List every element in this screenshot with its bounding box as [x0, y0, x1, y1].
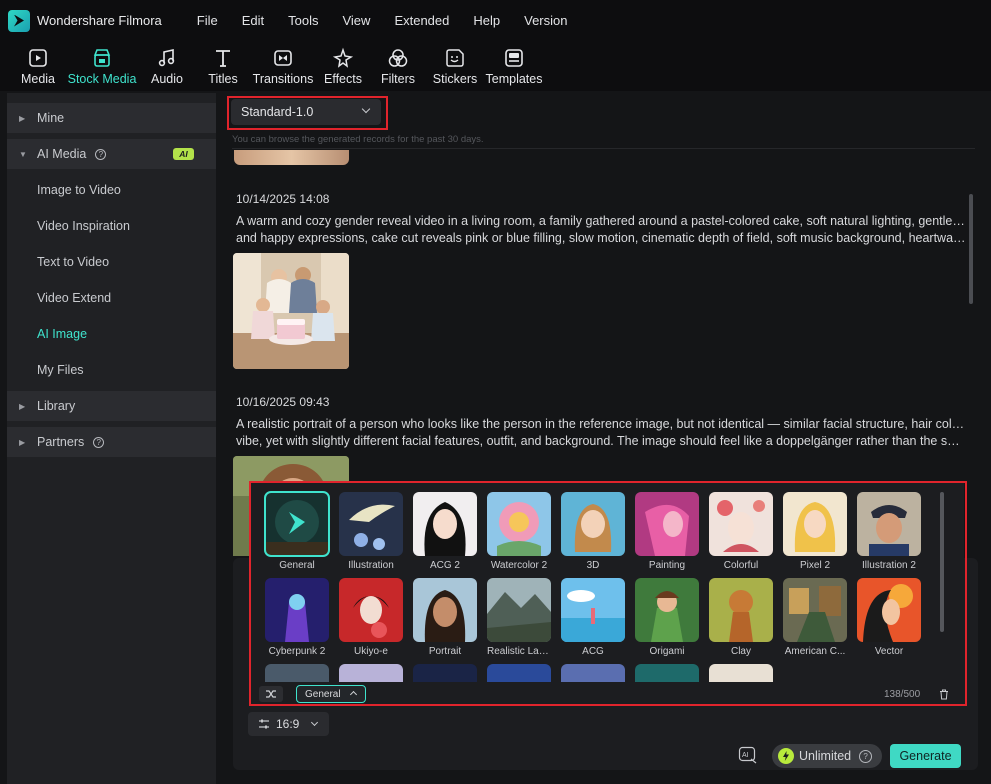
record-thumbnail[interactable]: [233, 253, 349, 369]
highlight-box: [249, 481, 967, 706]
credits-indicator[interactable]: Unlimited ?: [772, 744, 882, 768]
tab-stickers[interactable]: Stickers: [433, 41, 477, 91]
record-time: 10/14/2025 14:08: [236, 192, 330, 206]
chevron-down-icon: [310, 718, 319, 727]
media-icon: [29, 49, 47, 67]
stickers-icon: [446, 49, 464, 67]
sidebar-item-library[interactable]: ▶ Library: [7, 391, 216, 421]
main-toolbar: Media Stock Media Audio Titles Transitio…: [0, 41, 991, 91]
menu-items: File Edit Tools View Extended Help Versi…: [197, 13, 592, 28]
menu-version[interactable]: Version: [524, 13, 567, 28]
sliders-icon: [259, 719, 269, 729]
tab-filters[interactable]: Filters: [381, 41, 415, 91]
filmora-logo-icon: [8, 9, 30, 32]
caret-right-icon: ▶: [19, 113, 26, 123]
menu-help[interactable]: Help: [473, 13, 500, 28]
aspect-ratio-dropdown[interactable]: 16:9: [248, 712, 329, 736]
sidebar-item-ai-media[interactable]: ▼ AI Media ? AI: [7, 139, 216, 169]
sidebar-item-ai-image[interactable]: AI Image: [7, 319, 216, 349]
highlight-box: [227, 96, 388, 130]
menu-extended[interactable]: Extended: [394, 13, 449, 28]
menu-edit[interactable]: Edit: [242, 13, 264, 28]
audio-icon: [158, 49, 175, 67]
titles-icon: [216, 50, 230, 67]
tab-titles[interactable]: Titles: [206, 41, 240, 91]
help-icon[interactable]: ?: [93, 436, 105, 448]
tab-templates[interactable]: Templates: [486, 41, 543, 91]
templates-icon: [505, 49, 523, 67]
records-scrollbar[interactable]: [969, 194, 973, 304]
ai-prompt-icon[interactable]: AI: [738, 746, 758, 764]
menu-bar: Wondershare Filmora File Edit Tools View…: [0, 0, 991, 41]
sidebar: ▶ Mine ▼ AI Media ? AI Image to Video Vi…: [7, 93, 216, 784]
tab-media[interactable]: Media: [20, 41, 56, 91]
sidebar-item-image-to-video[interactable]: Image to Video: [7, 175, 216, 205]
tab-effects[interactable]: Effects: [324, 41, 362, 91]
record-prompt: A warm and cozy gender reveal video in a…: [236, 214, 966, 245]
help-icon[interactable]: ?: [95, 148, 107, 160]
record-time: 10/16/2025 09:43: [236, 395, 330, 409]
tab-stock-media[interactable]: Stock Media: [68, 41, 136, 91]
sidebar-item-video-extend[interactable]: Video Extend: [7, 283, 216, 313]
tab-transitions[interactable]: Transitions: [253, 41, 313, 91]
menu-tools[interactable]: Tools: [288, 13, 318, 28]
divider: [232, 148, 975, 149]
ai-badge: AI: [173, 148, 194, 160]
help-icon[interactable]: ?: [859, 749, 873, 763]
menu-view[interactable]: View: [342, 13, 370, 28]
tab-audio[interactable]: Audio: [150, 41, 184, 91]
record-prompt: A realistic portrait of a person who loo…: [236, 417, 966, 448]
caret-right-icon: ▶: [19, 401, 26, 411]
browse-note: You can browse the generated records for…: [232, 134, 484, 145]
sidebar-item-text-to-video[interactable]: Text to Video: [7, 247, 216, 277]
sidebar-item-video-inspiration[interactable]: Video Inspiration: [7, 211, 216, 241]
transitions-icon: [274, 50, 292, 66]
app-title: Wondershare Filmora: [37, 13, 162, 28]
stock-media-icon: [93, 49, 111, 67]
caret-right-icon: ▶: [19, 437, 26, 447]
lightning-icon: [778, 748, 794, 764]
previous-record-thumbnail[interactable]: [234, 150, 349, 165]
sidebar-item-my-files[interactable]: My Files: [7, 355, 216, 385]
sidebar-item-partners[interactable]: ▶ Partners ?: [7, 427, 216, 457]
menu-file[interactable]: File: [197, 13, 218, 28]
caret-down-icon: ▼: [19, 149, 27, 159]
effects-icon: [332, 47, 354, 68]
svg-text:AI: AI: [742, 752, 749, 759]
sidebar-item-mine[interactable]: ▶ Mine: [7, 103, 216, 133]
filters-icon: [388, 49, 408, 67]
generate-button[interactable]: Generate: [890, 744, 961, 768]
